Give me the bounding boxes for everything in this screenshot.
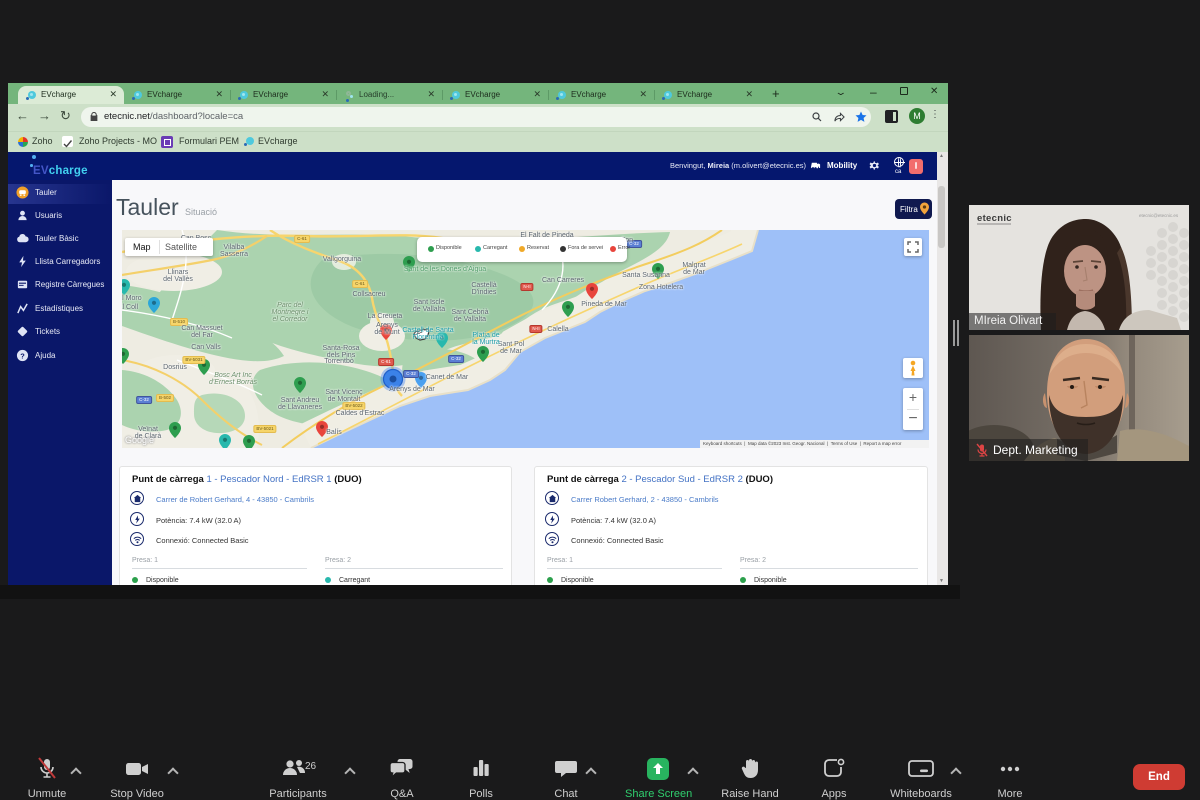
svg-text:etecnic: etecnic — [977, 213, 1012, 224]
svg-text:etecnic@etecnic.es: etecnic@etecnic.es — [1139, 213, 1179, 218]
svg-text:26: 26 — [305, 761, 317, 772]
svg-text:?: ? — [20, 351, 25, 360]
